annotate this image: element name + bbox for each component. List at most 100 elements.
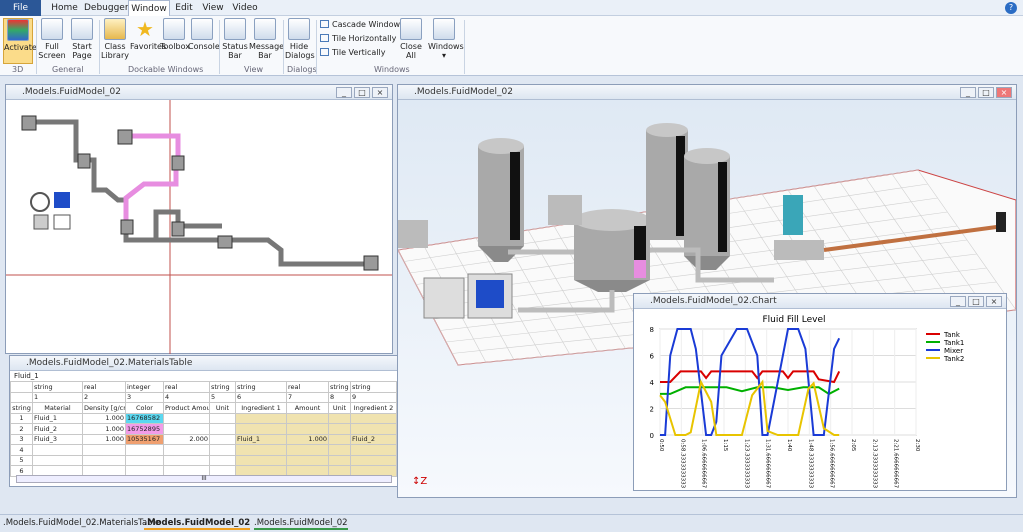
cell[interactable]: Fluid_2 bbox=[32, 423, 83, 435]
tab-materials-table[interactable]: .Models.FuidModel_02.MaterialsTable bbox=[3, 518, 160, 528]
menu-window[interactable]: Window bbox=[128, 0, 170, 17]
minimize-button[interactable]: _ bbox=[960, 87, 976, 98]
cell[interactable]: 1.000 bbox=[82, 412, 126, 424]
column-header[interactable]: Amount bbox=[286, 402, 329, 414]
cell[interactable] bbox=[328, 412, 351, 424]
windows-icon bbox=[433, 18, 455, 40]
column-header[interactable]: Ingredient 1 bbox=[235, 402, 287, 414]
tank-left[interactable] bbox=[478, 138, 524, 262]
status-bar-button[interactable]: Status Bar bbox=[221, 18, 249, 60]
column-header[interactable]: Color bbox=[125, 402, 164, 414]
horizontal-scrollbar[interactable]: III bbox=[16, 475, 392, 483]
cell[interactable] bbox=[163, 412, 210, 424]
menu-edit[interactable]: Edit bbox=[172, 0, 196, 16]
cell[interactable]: Fluid_1 bbox=[235, 433, 287, 445]
start-page-button[interactable]: Start Page bbox=[68, 18, 96, 60]
fluid-chart[interactable]: Fluid Fill Level 0 2 4 6 8 0:50 0:58.3333333333… bbox=[634, 309, 1006, 489]
table-row[interactable]: 4 bbox=[10, 444, 397, 456]
menu-file[interactable]: File bbox=[0, 0, 41, 16]
maximize-button[interactable]: □ bbox=[354, 87, 370, 98]
minimize-button[interactable]: _ bbox=[950, 296, 966, 307]
color-cell[interactable]: 16752895 bbox=[125, 423, 164, 435]
silo-cyan[interactable] bbox=[783, 195, 803, 235]
model-icon[interactable] bbox=[54, 192, 70, 208]
cell[interactable] bbox=[235, 423, 287, 435]
column-header[interactable]: Unit bbox=[209, 402, 236, 414]
close-button[interactable]: × bbox=[986, 296, 1002, 307]
full-screen-button[interactable]: Full Screen bbox=[38, 18, 66, 60]
valve-block-2[interactable] bbox=[171, 155, 185, 171]
windows-button[interactable]: Windows ▾ bbox=[428, 18, 464, 60]
column-header[interactable]: Density [g/cm³] bbox=[82, 402, 126, 414]
table-row[interactable]: 5 bbox=[10, 454, 397, 466]
close-all-button[interactable]: Close All bbox=[398, 18, 424, 60]
table-row[interactable]: 3 Fluid_3 1.000 10535167 2.000 Fluid_1 1.000 Fl… bbox=[10, 433, 397, 445]
valve-block-3[interactable] bbox=[171, 221, 185, 237]
column-header[interactable]: Product Amount bbox=[163, 402, 210, 414]
source-block[interactable] bbox=[21, 115, 37, 131]
menu-home[interactable]: Home bbox=[47, 0, 82, 16]
cell[interactable]: Fluid_1 bbox=[32, 412, 83, 424]
cell[interactable]: 1.000 bbox=[82, 423, 126, 435]
tank1[interactable] bbox=[646, 123, 688, 240]
column-header[interactable]: Material bbox=[32, 402, 83, 414]
message-bar-button[interactable]: Message Bar bbox=[249, 18, 284, 60]
mixer-tank[interactable] bbox=[574, 209, 650, 292]
tile-horizontally-button[interactable]: Tile Horizontally bbox=[320, 34, 396, 43]
valve-block[interactable] bbox=[77, 153, 91, 169]
sink-block[interactable] bbox=[363, 255, 379, 271]
maximize-button[interactable]: □ bbox=[978, 87, 994, 98]
column-header[interactable]: Unit bbox=[328, 402, 351, 414]
menu-view[interactable]: View bbox=[200, 0, 226, 16]
cell[interactable]: 1.000 bbox=[286, 433, 329, 445]
cell[interactable] bbox=[235, 412, 287, 424]
close-button[interactable]: × bbox=[996, 87, 1012, 98]
activate-button[interactable]: Activate bbox=[3, 18, 37, 64]
cell[interactable] bbox=[209, 412, 236, 424]
toolbox-button[interactable]: Toolbox bbox=[160, 18, 190, 51]
cell[interactable] bbox=[328, 433, 351, 445]
tab-model-2d[interactable]: .Models.FuidModel_02 bbox=[254, 518, 348, 530]
chart-icon[interactable] bbox=[53, 214, 71, 230]
table-row[interactable]: 1 Fluid_1 1.000 16768582 bbox=[10, 412, 397, 424]
help-icon[interactable]: ? bbox=[1005, 2, 1017, 14]
column-header[interactable]: Ingredient 2 bbox=[350, 402, 397, 414]
cell[interactable] bbox=[328, 423, 351, 435]
cell[interactable] bbox=[350, 412, 397, 424]
model-2d-canvas[interactable] bbox=[6, 100, 392, 354]
close-button[interactable]: × bbox=[372, 87, 388, 98]
scroll-thumb[interactable]: III bbox=[201, 475, 206, 482]
cell[interactable]: 2.000 bbox=[163, 433, 210, 445]
maximize-button[interactable]: □ bbox=[968, 296, 984, 307]
menu-debugger[interactable]: Debugger bbox=[84, 0, 129, 16]
tile-vertically-button[interactable]: Tile Vertically bbox=[320, 48, 385, 57]
console-button[interactable]: Console bbox=[188, 18, 220, 51]
minimize-button[interactable]: _ bbox=[336, 87, 352, 98]
cell[interactable]: Fluid_3 bbox=[32, 433, 83, 445]
class-library-button[interactable]: Class Library bbox=[101, 18, 129, 60]
cell[interactable] bbox=[209, 433, 236, 445]
cell[interactable] bbox=[163, 423, 210, 435]
cell[interactable] bbox=[286, 412, 329, 424]
cell[interactable] bbox=[209, 423, 236, 435]
pipe-block[interactable] bbox=[217, 235, 233, 249]
cell[interactable] bbox=[286, 423, 329, 435]
favorites-button[interactable]: ★ Favorites bbox=[130, 18, 166, 51]
mixer-block[interactable] bbox=[120, 219, 134, 235]
hide-dialogs-button[interactable]: Hide Dialogs bbox=[285, 18, 315, 60]
cell[interactable] bbox=[350, 423, 397, 435]
clock-icon[interactable] bbox=[30, 192, 50, 212]
menu-video[interactable]: Video bbox=[230, 0, 260, 16]
color-cell[interactable]: 16768582 bbox=[125, 412, 164, 424]
cell[interactable]: Fluid_2 bbox=[350, 433, 397, 445]
tab-model-3d[interactable]: .Models.FuidModel_02 bbox=[144, 518, 251, 530]
source-block-2[interactable] bbox=[117, 129, 133, 145]
type-cell: real bbox=[82, 381, 126, 393]
legend-label: Tank1 bbox=[943, 339, 964, 347]
table-row[interactable]: 2 Fluid_2 1.000 16752895 bbox=[10, 423, 397, 435]
cascade-windows-button[interactable]: Cascade Windows bbox=[320, 20, 404, 29]
cell[interactable]: 1.000 bbox=[82, 433, 126, 445]
table-icon[interactable] bbox=[33, 214, 49, 230]
color-cell[interactable]: 10535167 bbox=[125, 433, 164, 445]
materials-table[interactable]: string real integer real string string real str… bbox=[10, 381, 397, 477]
